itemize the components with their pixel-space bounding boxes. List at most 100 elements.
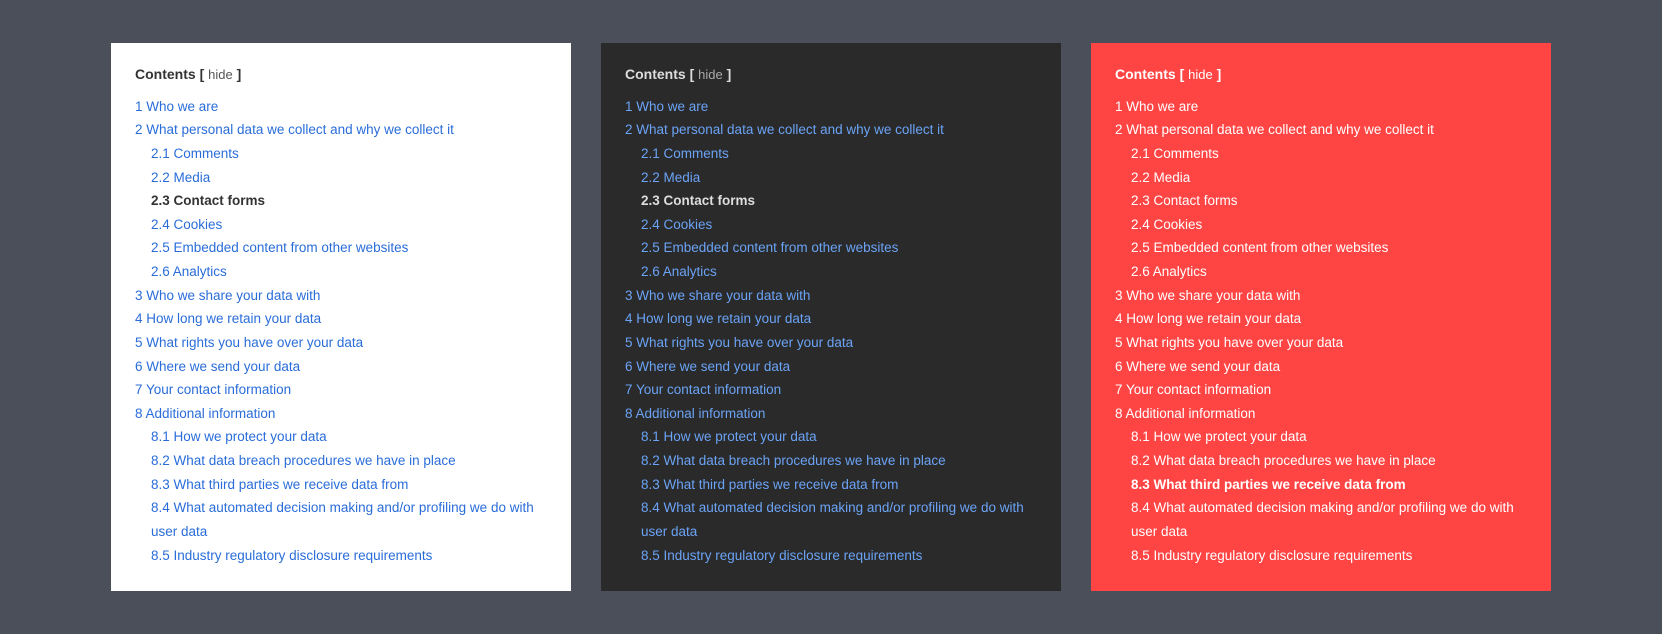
toc-list-red: 1 Who we are 2 What personal data we coll… [1115,95,1527,568]
toc-link-8-4-red[interactable]: 8.4 What automated decision making and/o… [1131,500,1514,539]
bracket-open-white: [ [200,66,209,82]
toc-item: 3 Who we share your data with [1115,284,1527,308]
toc-link-6-dark[interactable]: 6 Where we send your data [625,359,790,374]
toc-link-2-4-dark[interactable]: 2.4 Cookies [641,217,712,232]
toc-item: 4 How long we retain your data [135,307,547,331]
toc-link-1-dark[interactable]: 1 Who we are [625,99,708,114]
toc-item: 8.4 What automated decision making and/o… [135,496,547,543]
toc-link-8-3-red[interactable]: 8.3 What third parties we receive data f… [1131,477,1406,492]
toc-link-2-4-red[interactable]: 2.4 Cookies [1131,217,1202,232]
toc-link-2-5-white[interactable]: 2.5 Embedded content from other websites [151,240,408,255]
toc-link-2-white[interactable]: 2 What personal data we collect and why … [135,122,454,137]
bracket-close-dark: ] [723,66,732,82]
contents-header-dark: Contents [ hide ] [625,63,1037,87]
panel-white: Contents [ hide ] 1 Who we are 2 What pers… [111,43,571,591]
panel-dark: Contents [ hide ] 1 Who we are 2 What pers… [601,43,1061,591]
toc-link-8-1-dark[interactable]: 8.1 How we protect your data [641,429,817,444]
bracket-open-dark: [ [690,66,699,82]
toc-link-8-3-white[interactable]: 8.3 What third parties we receive data f… [151,477,408,492]
toc-link-8-red[interactable]: 8 Additional information [1115,406,1255,421]
toc-item: 2.5 Embedded content from other websites [1115,236,1527,260]
toc-item: 2.3 Contact forms [135,189,547,213]
toc-link-2-2-dark[interactable]: 2.2 Media [641,170,700,185]
toc-link-6-red[interactable]: 6 Where we send your data [1115,359,1280,374]
toc-link-2-4-white[interactable]: 2.4 Cookies [151,217,222,232]
toc-link-2-5-red[interactable]: 2.5 Embedded content from other websites [1131,240,1388,255]
hide-link-white[interactable]: hide [208,67,233,82]
toc-link-2-red[interactable]: 2 What personal data we collect and why … [1115,122,1434,137]
toc-item: 8.2 What data breach procedures we have … [135,449,547,473]
toc-item: 8.4 What automated decision making and/o… [625,496,1037,543]
toc-link-2-6-red[interactable]: 2.6 Analytics [1131,264,1207,279]
toc-link-5-dark[interactable]: 5 What rights you have over your data [625,335,853,350]
toc-link-8-5-white[interactable]: 8.5 Industry regulatory disclosure requi… [151,548,432,563]
toc-link-8-4-dark[interactable]: 8.4 What automated decision making and/o… [641,500,1024,539]
toc-item: 5 What rights you have over your data [1115,331,1527,355]
toc-link-7-white[interactable]: 7 Your contact information [135,382,291,397]
toc-link-4-white[interactable]: 4 How long we retain your data [135,311,321,326]
toc-item: 2.4 Cookies [1115,213,1527,237]
toc-item: 8.5 Industry regulatory disclosure requi… [625,544,1037,568]
toc-item: 8.2 What data breach procedures we have … [625,449,1037,473]
toc-item: 8 Additional information [1115,402,1527,426]
toc-link-2-1-white[interactable]: 2.1 Comments [151,146,239,161]
toc-link-1-white[interactable]: 1 Who we are [135,99,218,114]
toc-item: 2.5 Embedded content from other websites [135,236,547,260]
toc-link-8-white[interactable]: 8 Additional information [135,406,275,421]
toc-link-2-3-white[interactable]: 2.3 Contact forms [151,193,265,208]
toc-link-8-2-dark[interactable]: 8.2 What data breach procedures we have … [641,453,946,468]
toc-item: 3 Who we share your data with [625,284,1037,308]
toc-link-8-2-white[interactable]: 8.2 What data breach procedures we have … [151,453,456,468]
toc-link-8-dark[interactable]: 8 Additional information [625,406,765,421]
toc-item: 2.5 Embedded content from other websites [625,236,1037,260]
toc-item: 2.1 Comments [625,142,1037,166]
toc-link-8-4-white[interactable]: 8.4 What automated decision making and/o… [151,500,534,539]
toc-link-7-red[interactable]: 7 Your contact information [1115,382,1271,397]
bracket-open-red: [ [1180,66,1189,82]
toc-item: 8.1 How we protect your data [135,425,547,449]
toc-link-8-2-red[interactable]: 8.2 What data breach procedures we have … [1131,453,1436,468]
toc-link-8-5-red[interactable]: 8.5 Industry regulatory disclosure requi… [1131,548,1412,563]
toc-link-3-white[interactable]: 3 Who we share your data with [135,288,320,303]
toc-item: 2.2 Media [625,166,1037,190]
toc-link-3-red[interactable]: 3 Who we share your data with [1115,288,1300,303]
toc-item: 4 How long we retain your data [625,307,1037,331]
toc-item: 2 What personal data we collect and why … [625,118,1037,142]
toc-link-4-dark[interactable]: 4 How long we retain your data [625,311,811,326]
toc-link-5-white[interactable]: 5 What rights you have over your data [135,335,363,350]
toc-item: 2.3 Contact forms [1115,189,1527,213]
toc-link-7-dark[interactable]: 7 Your contact information [625,382,781,397]
toc-link-2-3-red[interactable]: 2.3 Contact forms [1131,193,1238,208]
toc-link-2-2-red[interactable]: 2.2 Media [1131,170,1190,185]
toc-link-2-1-red[interactable]: 2.1 Comments [1131,146,1219,161]
toc-link-8-3-dark[interactable]: 8.3 What third parties we receive data f… [641,477,898,492]
toc-item: 8.5 Industry regulatory disclosure requi… [135,544,547,568]
toc-item: 1 Who we are [135,95,547,119]
toc-item: 2.6 Analytics [625,260,1037,284]
toc-item: 6 Where we send your data [625,355,1037,379]
contents-header-white: Contents [ hide ] [135,63,547,87]
toc-link-8-1-white[interactable]: 8.1 How we protect your data [151,429,327,444]
toc-link-4-red[interactable]: 4 How long we retain your data [1115,311,1301,326]
toc-item: 8.1 How we protect your data [1115,425,1527,449]
toc-link-8-5-dark[interactable]: 8.5 Industry regulatory disclosure requi… [641,548,922,563]
toc-link-5-red[interactable]: 5 What rights you have over your data [1115,335,1343,350]
toc-link-1-red[interactable]: 1 Who we are [1115,99,1198,114]
toc-link-2-6-white[interactable]: 2.6 Analytics [151,264,227,279]
toc-item: 2.4 Cookies [135,213,547,237]
panel-red: Contents [ hide ]1 Who we are2 What pers… [1091,43,1551,591]
toc-link-3-dark[interactable]: 3 Who we share your data with [625,288,810,303]
toc-link-2-5-dark[interactable]: 2.5 Embedded content from other websites [641,240,898,255]
toc-item: 2.1 Comments [1115,142,1527,166]
toc-item: 8.5 Industry regulatory disclosure requi… [1115,544,1527,568]
toc-link-2-3-dark[interactable]: 2.3 Contact forms [641,193,755,208]
hide-link-dark[interactable]: hide [698,67,723,82]
hide-link-red[interactable]: hide [1188,67,1213,82]
toc-link-2-6-dark[interactable]: 2.6 Analytics [641,264,717,279]
toc-item: 1 Who we are [1115,95,1527,119]
toc-link-2-1-dark[interactable]: 2.1 Comments [641,146,729,161]
toc-link-2-2-white[interactable]: 2.2 Media [151,170,210,185]
toc-link-2-dark[interactable]: 2 What personal data we collect and why … [625,122,944,137]
toc-link-8-1-red[interactable]: 8.1 How we protect your data [1131,429,1307,444]
toc-link-6-white[interactable]: 6 Where we send your data [135,359,300,374]
